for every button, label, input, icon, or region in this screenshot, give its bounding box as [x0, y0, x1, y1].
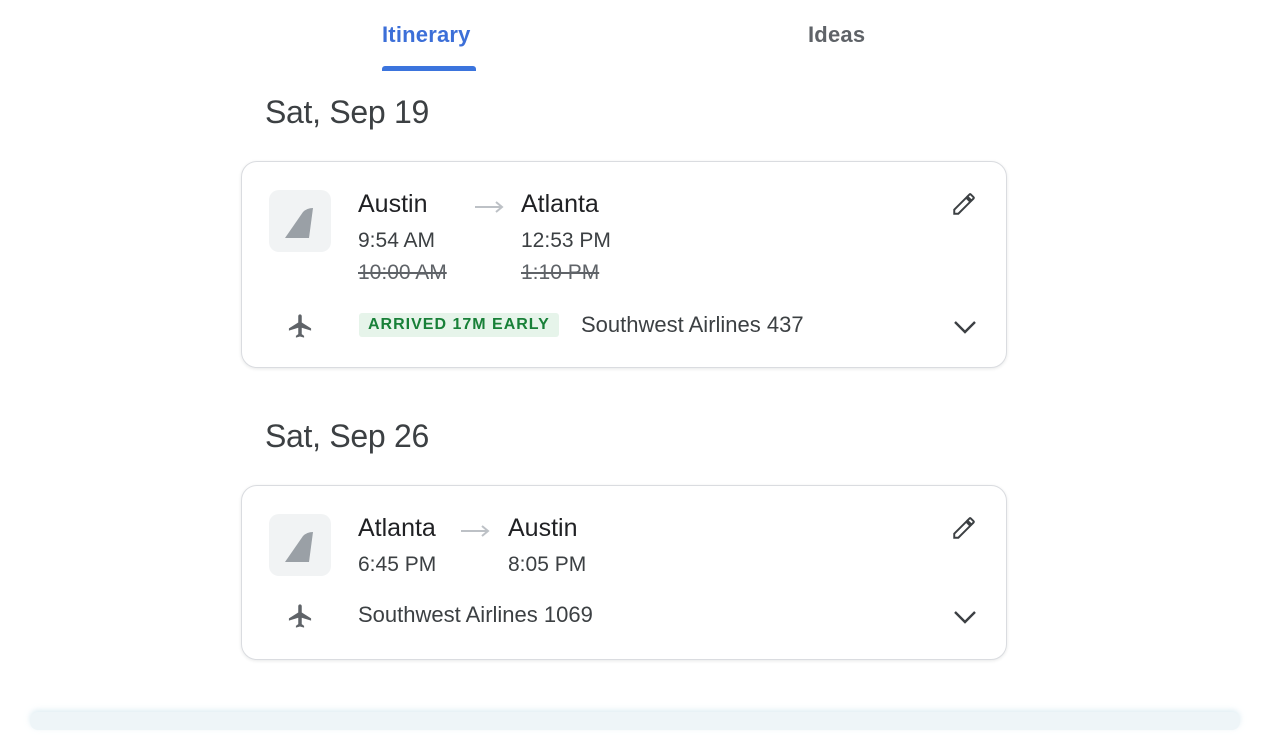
departure-time: 6:45 PM: [358, 553, 437, 576]
flight-name: Southwest Airlines 1069: [358, 602, 593, 627]
southwest-tail-logo-icon: [269, 514, 331, 576]
original-departure-time: 10:00 AM: [358, 261, 447, 284]
date-heading: Sat, Sep 26: [265, 418, 429, 454]
active-tab-indicator: [382, 66, 476, 71]
arrow-right-icon: [475, 201, 504, 213]
airplane-icon: [288, 314, 312, 338]
flight-card[interactable]: Austin Atlanta 9:54 AM 12:53 PM 10:00 AM…: [241, 161, 1007, 368]
original-arrival-time: 1:10 PM: [521, 261, 600, 284]
tab-itinerary[interactable]: Itinerary: [382, 22, 471, 48]
departure-time: 9:54 AM: [358, 229, 436, 252]
southwest-tail-logo-icon: [269, 190, 331, 252]
date-heading: Sat, Sep 19: [265, 94, 429, 130]
origin-city: Austin: [358, 190, 428, 218]
chevron-down-icon[interactable]: [952, 318, 978, 336]
origin-city: Atlanta: [358, 514, 436, 542]
tab-ideas[interactable]: Ideas: [808, 22, 865, 48]
arrival-time: 12:53 PM: [521, 229, 611, 252]
status-badge: ARRIVED 17M EARLY: [359, 313, 559, 337]
destination-city: Atlanta: [521, 190, 599, 218]
chevron-down-icon[interactable]: [952, 608, 978, 626]
edit-icon[interactable]: [951, 515, 977, 541]
edit-icon[interactable]: [951, 191, 977, 217]
flight-card[interactable]: Atlanta Austin 6:45 PM 8:05 PM Southwest…: [241, 485, 1007, 660]
airplane-icon: [288, 604, 312, 628]
arrow-right-icon: [461, 525, 490, 537]
destination-city: Austin: [508, 514, 578, 542]
flight-name: Southwest Airlines 437: [581, 312, 804, 337]
bottom-panel-edge: [30, 712, 1240, 730]
tab-bar: Itinerary Ideas: [0, 0, 1270, 72]
arrival-time: 8:05 PM: [508, 553, 587, 576]
